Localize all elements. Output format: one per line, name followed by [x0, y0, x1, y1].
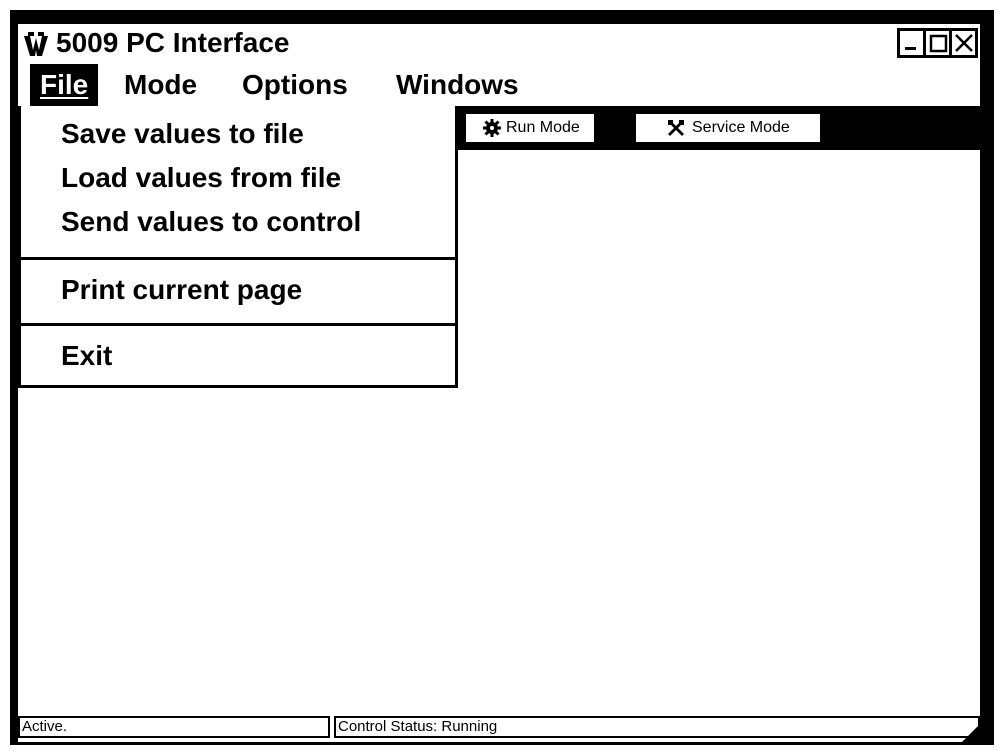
- menu-separator: [21, 323, 455, 326]
- run-mode-button[interactable]: Run Mode: [466, 114, 594, 142]
- close-icon: [955, 34, 973, 52]
- status-bar: Active. Control Status: Running: [18, 712, 980, 742]
- menu-item-exit-label: Exit: [61, 340, 113, 371]
- menu-item-send-values[interactable]: Send values to control: [61, 206, 361, 238]
- maximize-icon: [929, 34, 948, 53]
- menu-windows-label: Windows: [396, 69, 519, 100]
- menu-separator: [21, 257, 455, 260]
- menu-item-load-values[interactable]: Load values from file: [61, 162, 341, 194]
- file-menu-dropdown: Save values to file Load values from fil…: [18, 106, 458, 388]
- maximize-button[interactable]: [923, 28, 952, 58]
- run-mode-label: Run Mode: [506, 119, 580, 136]
- menu-item-save-values[interactable]: Save values to file: [61, 118, 304, 150]
- window-title: 5009 PC Interface: [56, 27, 290, 58]
- status-control: Control Status: Running: [334, 716, 980, 738]
- service-mode-label: Service Mode: [692, 119, 790, 136]
- close-button[interactable]: [949, 28, 978, 58]
- menu-item-load-values-label: Load values from file: [61, 162, 342, 193]
- status-active: Active.: [18, 716, 330, 738]
- window-controls: [897, 28, 978, 58]
- menu-mode[interactable]: Mode: [114, 64, 207, 106]
- menu-item-print-page-label: Print current page: [61, 274, 303, 305]
- menu-file[interactable]: File: [30, 64, 99, 106]
- menu-item-exit[interactable]: Exit: [61, 340, 112, 372]
- minimize-icon: [905, 47, 916, 50]
- menu-mode-label: Mode: [124, 69, 198, 100]
- woodward-logo-icon: [24, 32, 48, 56]
- title-bar[interactable]: 5009 PC Interface: [18, 24, 980, 64]
- main-window: 5009 PC Interface File Mode Options Wind…: [10, 10, 994, 745]
- menu-bar: File Mode Options Windows: [18, 64, 980, 106]
- resize-grip-icon[interactable]: [958, 720, 980, 742]
- menu-item-save-values-label: Save values to file: [61, 118, 304, 149]
- wrench-icon: [668, 120, 684, 136]
- menu-file-label: File: [40, 69, 89, 100]
- menu-item-send-values-label: Send values to control: [61, 206, 362, 237]
- gear-icon: [483, 119, 501, 137]
- menu-windows[interactable]: Windows: [386, 64, 529, 106]
- minimize-button[interactable]: [897, 28, 926, 58]
- menu-options[interactable]: Options: [232, 64, 358, 106]
- service-mode-button[interactable]: Service Mode: [636, 114, 820, 142]
- menu-item-print-page[interactable]: Print current page: [61, 274, 302, 306]
- menu-options-label: Options: [242, 69, 348, 100]
